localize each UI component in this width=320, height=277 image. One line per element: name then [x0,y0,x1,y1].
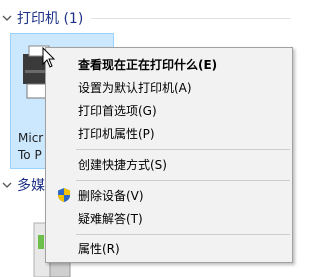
menu-item-troubleshoot[interactable]: 疑难解答(T) [47,207,291,229]
menu-item-set-default-printer[interactable]: 设置为默认打印机(A) [47,76,291,98]
menu-item-remove-device[interactable]: 删除设备(V) [47,184,291,206]
uac-shield-icon [58,188,70,202]
menu-item-label: 删除设备(V) [78,188,144,203]
menu-item-create-shortcut[interactable]: 创建快捷方式(S) [47,153,291,175]
menu-item-label: 打印机属性(P) [78,126,155,141]
menu-item-printer-properties[interactable]: 打印机属性(P) [47,122,291,144]
menu-separator [76,149,290,150]
group-divider [91,17,292,19]
printer-caption: Micr To P [18,130,43,164]
menu-item-see-whats-printing[interactable]: 查看现在正在打印什么(E) [47,53,291,75]
menu-item-label: 设置为默认打印机(A) [78,80,192,95]
menu-item-label: 打印首选项(G) [78,103,157,118]
menu-item-properties[interactable]: 属性(R) [47,237,291,259]
printers-group-label: 打印机 (1) [17,11,84,27]
printers-group-header[interactable]: 打印机 (1) [0,7,292,29]
printer-caption-line2: To P [18,148,42,162]
printer-caption-line1: Micr [18,131,44,145]
menu-separator [76,234,290,235]
menu-item-label: 疑难解答(T) [78,211,143,226]
chevron-down-icon [0,13,14,23]
menu-separator [76,180,290,181]
menu-item-label: 属性(R) [78,241,120,256]
menu-item-label: 查看现在正在打印什么(E) [78,57,218,72]
menu-item-label: 创建快捷方式(S) [78,157,167,172]
multimedia-group-label: 多媒 [17,178,45,194]
menu-item-printing-preferences[interactable]: 打印首选项(G) [47,99,291,121]
chevron-down-icon [0,180,14,190]
multimedia-group-header[interactable]: 多媒 [0,174,45,196]
mouse-cursor-icon [42,47,56,68]
context-menu: 查看现在正在打印什么(E) 设置为默认打印机(A) 打印首选项(G) 打印机属性… [45,47,293,263]
